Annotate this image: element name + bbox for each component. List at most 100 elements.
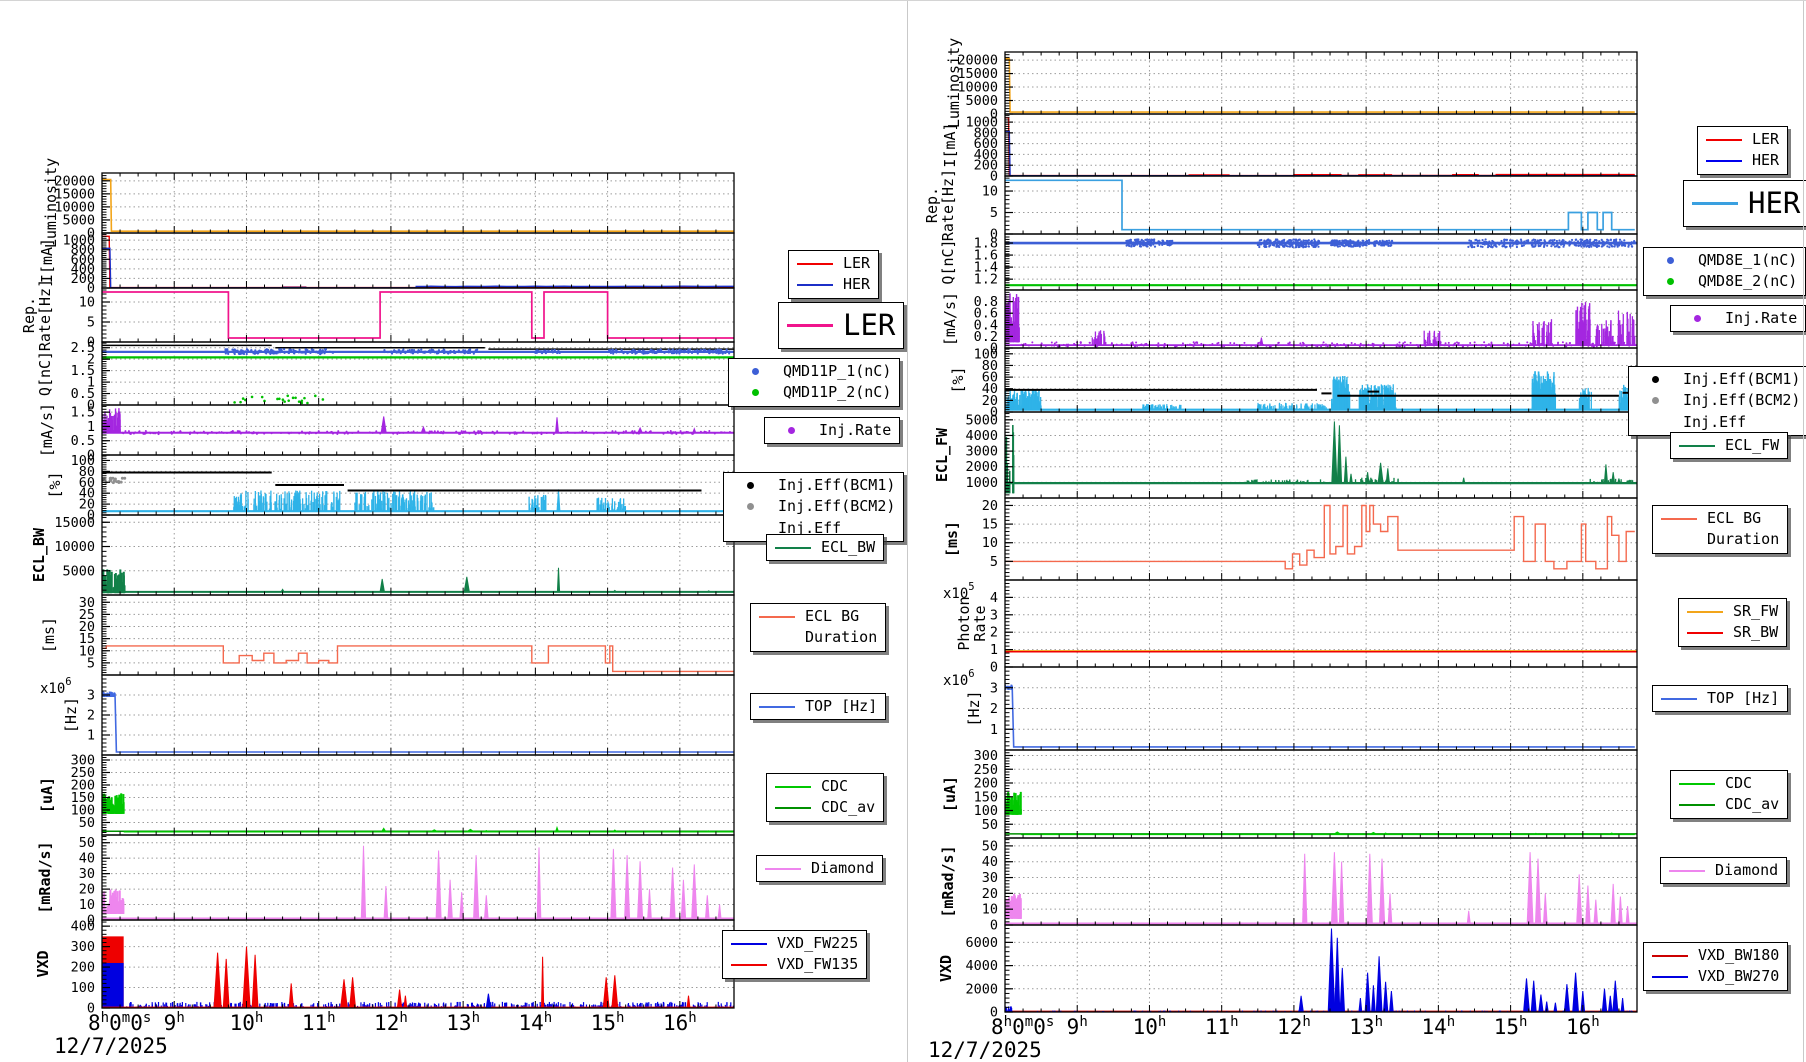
data-cdc — [1005, 792, 1637, 835]
date-label-right: 12/7/2025 — [928, 1038, 1042, 1062]
ylabel-rep-rate: Rate[Hz] — [36, 279, 54, 351]
legend-label: Diamond — [811, 858, 874, 879]
ylabel-ecl-bg: [ms] — [40, 617, 58, 653]
legend-spacer — [1635, 421, 1671, 423]
legend-line-swatch — [797, 263, 833, 265]
ylabel-ecl-fw: ECL_FW — [933, 427, 951, 482]
ylabel-inj-rate: [mA/s] — [38, 403, 56, 457]
legend-line-swatch — [775, 547, 811, 549]
y-ticks-charge: 1.81.61.41.2 — [974, 236, 1013, 288]
svg-text:100: 100 — [71, 980, 95, 996]
svg-text:13h​: 13h​ — [446, 1010, 480, 1035]
ylabel-cdc: [uA] — [38, 777, 56, 813]
data-inj-eff — [101, 473, 734, 512]
legend-label: QMD8E_1(nC) — [1698, 250, 1797, 271]
legend-label: LER — [843, 305, 895, 346]
beam-monitor-screen: 20000150001000050000Luminosity1000800600… — [0, 0, 1806, 1062]
subplot-top: 321[Hz]x106​ — [943, 667, 1637, 750]
svg-text:16h​: 16h​ — [663, 1010, 697, 1035]
svg-text:2: 2 — [87, 708, 95, 724]
data-rep-rate — [102, 292, 734, 338]
data-vxd — [102, 936, 734, 1008]
ylabel-diamond: [mRad/s] — [36, 841, 54, 913]
subplot-current: 10008006004002000I[mA] — [941, 114, 1637, 185]
legend-right-her-big: HER — [1683, 180, 1806, 227]
right-edge-line — [1803, 0, 1804, 1062]
x-axis-labels-right: 8h​0m​0s​9h​10h​11h​12h​13h​14h​15h​16h​ — [991, 1014, 1600, 1039]
svg-text:12h​: 12h​ — [374, 1010, 408, 1035]
legend-line-swatch — [1679, 804, 1715, 806]
data-ecl-bg — [1005, 506, 1635, 569]
legend-left-ler-big: LER — [778, 302, 904, 349]
data-ecl-fw — [1005, 421, 1637, 493]
legend-label: Inj.Eff(BCM1) — [778, 475, 895, 496]
data-cdc — [102, 793, 734, 831]
x-axis-labels-left: 8h​0m​0s​9h​10h​11h​12h​13h​14h​15h​16h​ — [88, 1010, 697, 1035]
panel-divider — [907, 0, 908, 1062]
subplot-ecl-bg: 30252015105[ms] — [40, 595, 734, 675]
data-lum — [1005, 59, 1635, 112]
legend-left-diamond: Diamond — [756, 855, 883, 882]
legend-label: CDC_av — [1725, 794, 1779, 815]
svg-text:40: 40 — [79, 851, 95, 867]
ylabel-charge: Q[nC] — [939, 239, 957, 284]
data-current — [1005, 118, 1635, 176]
legend-right-ecl-bg: ECL BGDuration — [1652, 505, 1788, 554]
marker-dot — [788, 427, 795, 434]
legend-left-ler-her: LERHER — [788, 250, 879, 299]
legend-right-inj-eff: Inj.Eff(BCM1)Inj.Eff(BCM2)Inj.Eff — [1628, 366, 1806, 436]
marker-dot — [1652, 376, 1659, 383]
legend-line-swatch — [731, 943, 767, 945]
svg-text:3: 3 — [87, 688, 95, 704]
ylabel-diamond: [mRad/s] — [939, 845, 957, 917]
svg-text:1: 1 — [87, 728, 95, 744]
panel-left: 20000150001000050000Luminosity1000800600… — [20, 158, 734, 1035]
legend-label: HER — [1748, 183, 1800, 224]
data-current — [102, 236, 734, 287]
marker-dot — [752, 368, 759, 375]
y-ticks-ecl-bg: 2015105 — [982, 498, 1013, 576]
data-photon — [1005, 651, 1637, 652]
y-ticks-inj-eff: 100806040200 — [71, 453, 110, 524]
svg-text:5000: 5000 — [62, 563, 95, 579]
svg-text:0: 0 — [990, 169, 998, 185]
legend-label: Inj.Rate — [819, 420, 891, 441]
legend-left-ecl-bw: ECL_BW — [766, 534, 884, 561]
legend-left-ecl-bg: ECL BGDuration — [750, 603, 886, 652]
ylabel-inj-rate: [mA/s] — [941, 292, 959, 346]
svg-text:300: 300 — [71, 939, 95, 955]
legend-line-swatch — [775, 786, 811, 788]
panel-right: 20000150001000050000Luminosity1000800600… — [923, 38, 1637, 1039]
ylabel-inj-eff: [%] — [949, 366, 967, 393]
legend-right-vxd: VXD_BW180VXD_BW270 — [1643, 942, 1788, 991]
legend-label: HER — [1752, 150, 1779, 171]
legend-line-swatch — [1706, 160, 1742, 162]
marker-dot — [1652, 397, 1659, 404]
legend-line-swatch — [1669, 870, 1705, 872]
legend-line-swatch — [1652, 976, 1688, 978]
legend-label: ECL BG — [805, 606, 877, 627]
legend-right-top-hz: TOP [Hz] — [1652, 685, 1788, 712]
top-edge-line — [0, 0, 1806, 1]
legend-label: VXD_BW270 — [1698, 966, 1779, 987]
y-ticks-inj-eff: 100806040200 — [974, 346, 1013, 420]
legend-right-qmd: QMD8E_1(nC)QMD8E_2(nC) — [1643, 247, 1806, 296]
legend-label: ECL_BW — [821, 537, 875, 558]
legend-label: VXD_BW180 — [1698, 945, 1779, 966]
y-ticks-diamond: 50403020100 — [982, 838, 1013, 933]
legend-line-swatch — [1661, 698, 1697, 700]
subplot-inj-rate: 0.80.60.40.20[mA/s] — [941, 290, 1637, 357]
subplot-vxd: 6000400020000VXD — [937, 925, 1637, 1021]
legend-line-swatch — [1687, 632, 1723, 634]
legend-line-swatch — [1652, 955, 1688, 957]
subplot-charge: 1.81.61.41.2 Q[nC] — [939, 234, 1637, 290]
ylabel-inj-eff: [%] — [46, 471, 64, 498]
subplot-current: 10008006004002000I[mA] — [38, 233, 734, 297]
legend-label: Inj.Eff(BCM2) — [1683, 390, 1800, 411]
x-ticks-charge — [1005, 283, 1637, 290]
svg-text:200: 200 — [71, 960, 95, 976]
legend-line-swatch — [1687, 611, 1723, 613]
legend-label: VXD_FW135 — [777, 954, 858, 975]
legend-spacer — [730, 527, 766, 529]
ylabel-rep-rate: Rate[Hz] — [939, 169, 957, 241]
